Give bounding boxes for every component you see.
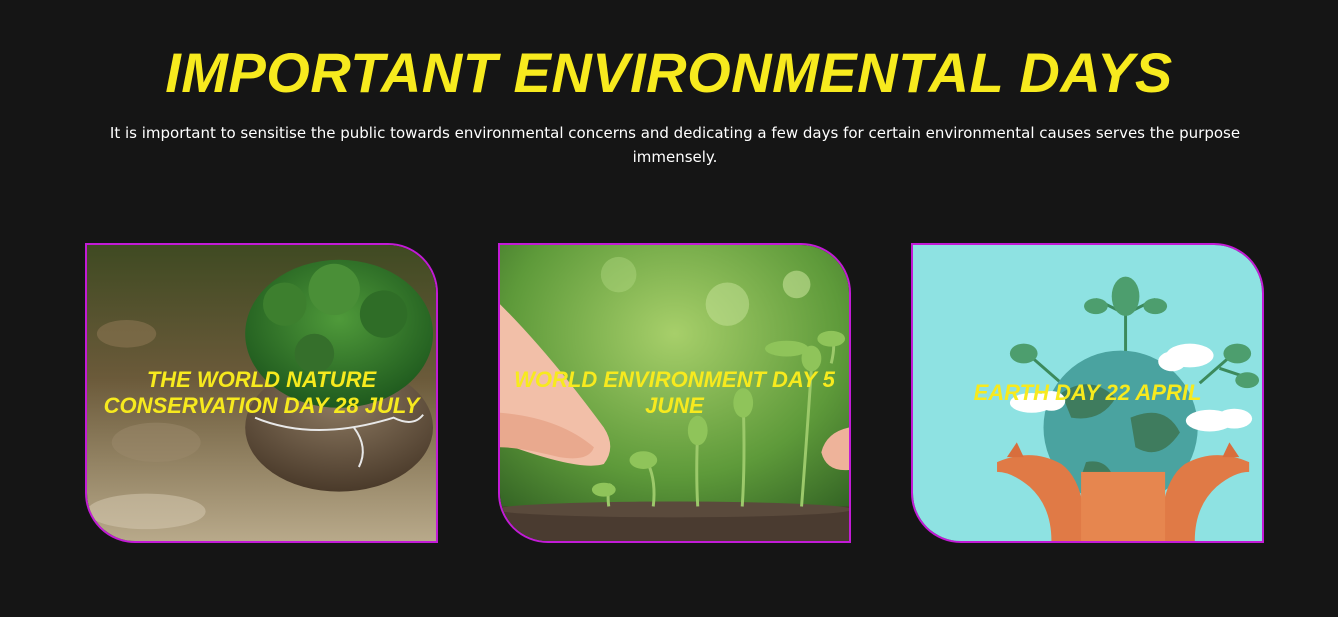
card-label: THE WORLD NATURE CONSERVATION DAY 28 JUL… [103,367,420,418]
card-label: EARTH DAY 22 APRIL [973,380,1202,405]
page-intro: It is important to sensitise the public … [109,124,1241,166]
card-world-environment-day[interactable]: WORLD ENVIRONMENT DAY 5 JUNE [498,243,851,543]
page-title: IMPORTANT ENVIRONMENTAL DAYS [165,41,1173,104]
card-world-nature-conservation-day[interactable]: THE WORLD NATURE CONSERVATION DAY 28 JUL… [85,243,438,543]
page: IMPORTANT ENVIRONMENTAL DAYS It is impor… [0,0,1338,617]
card-label: WORLD ENVIRONMENT DAY 5 JUNE [514,367,835,418]
card-earth-day[interactable]: EARTH DAY 22 APRIL [911,243,1264,543]
